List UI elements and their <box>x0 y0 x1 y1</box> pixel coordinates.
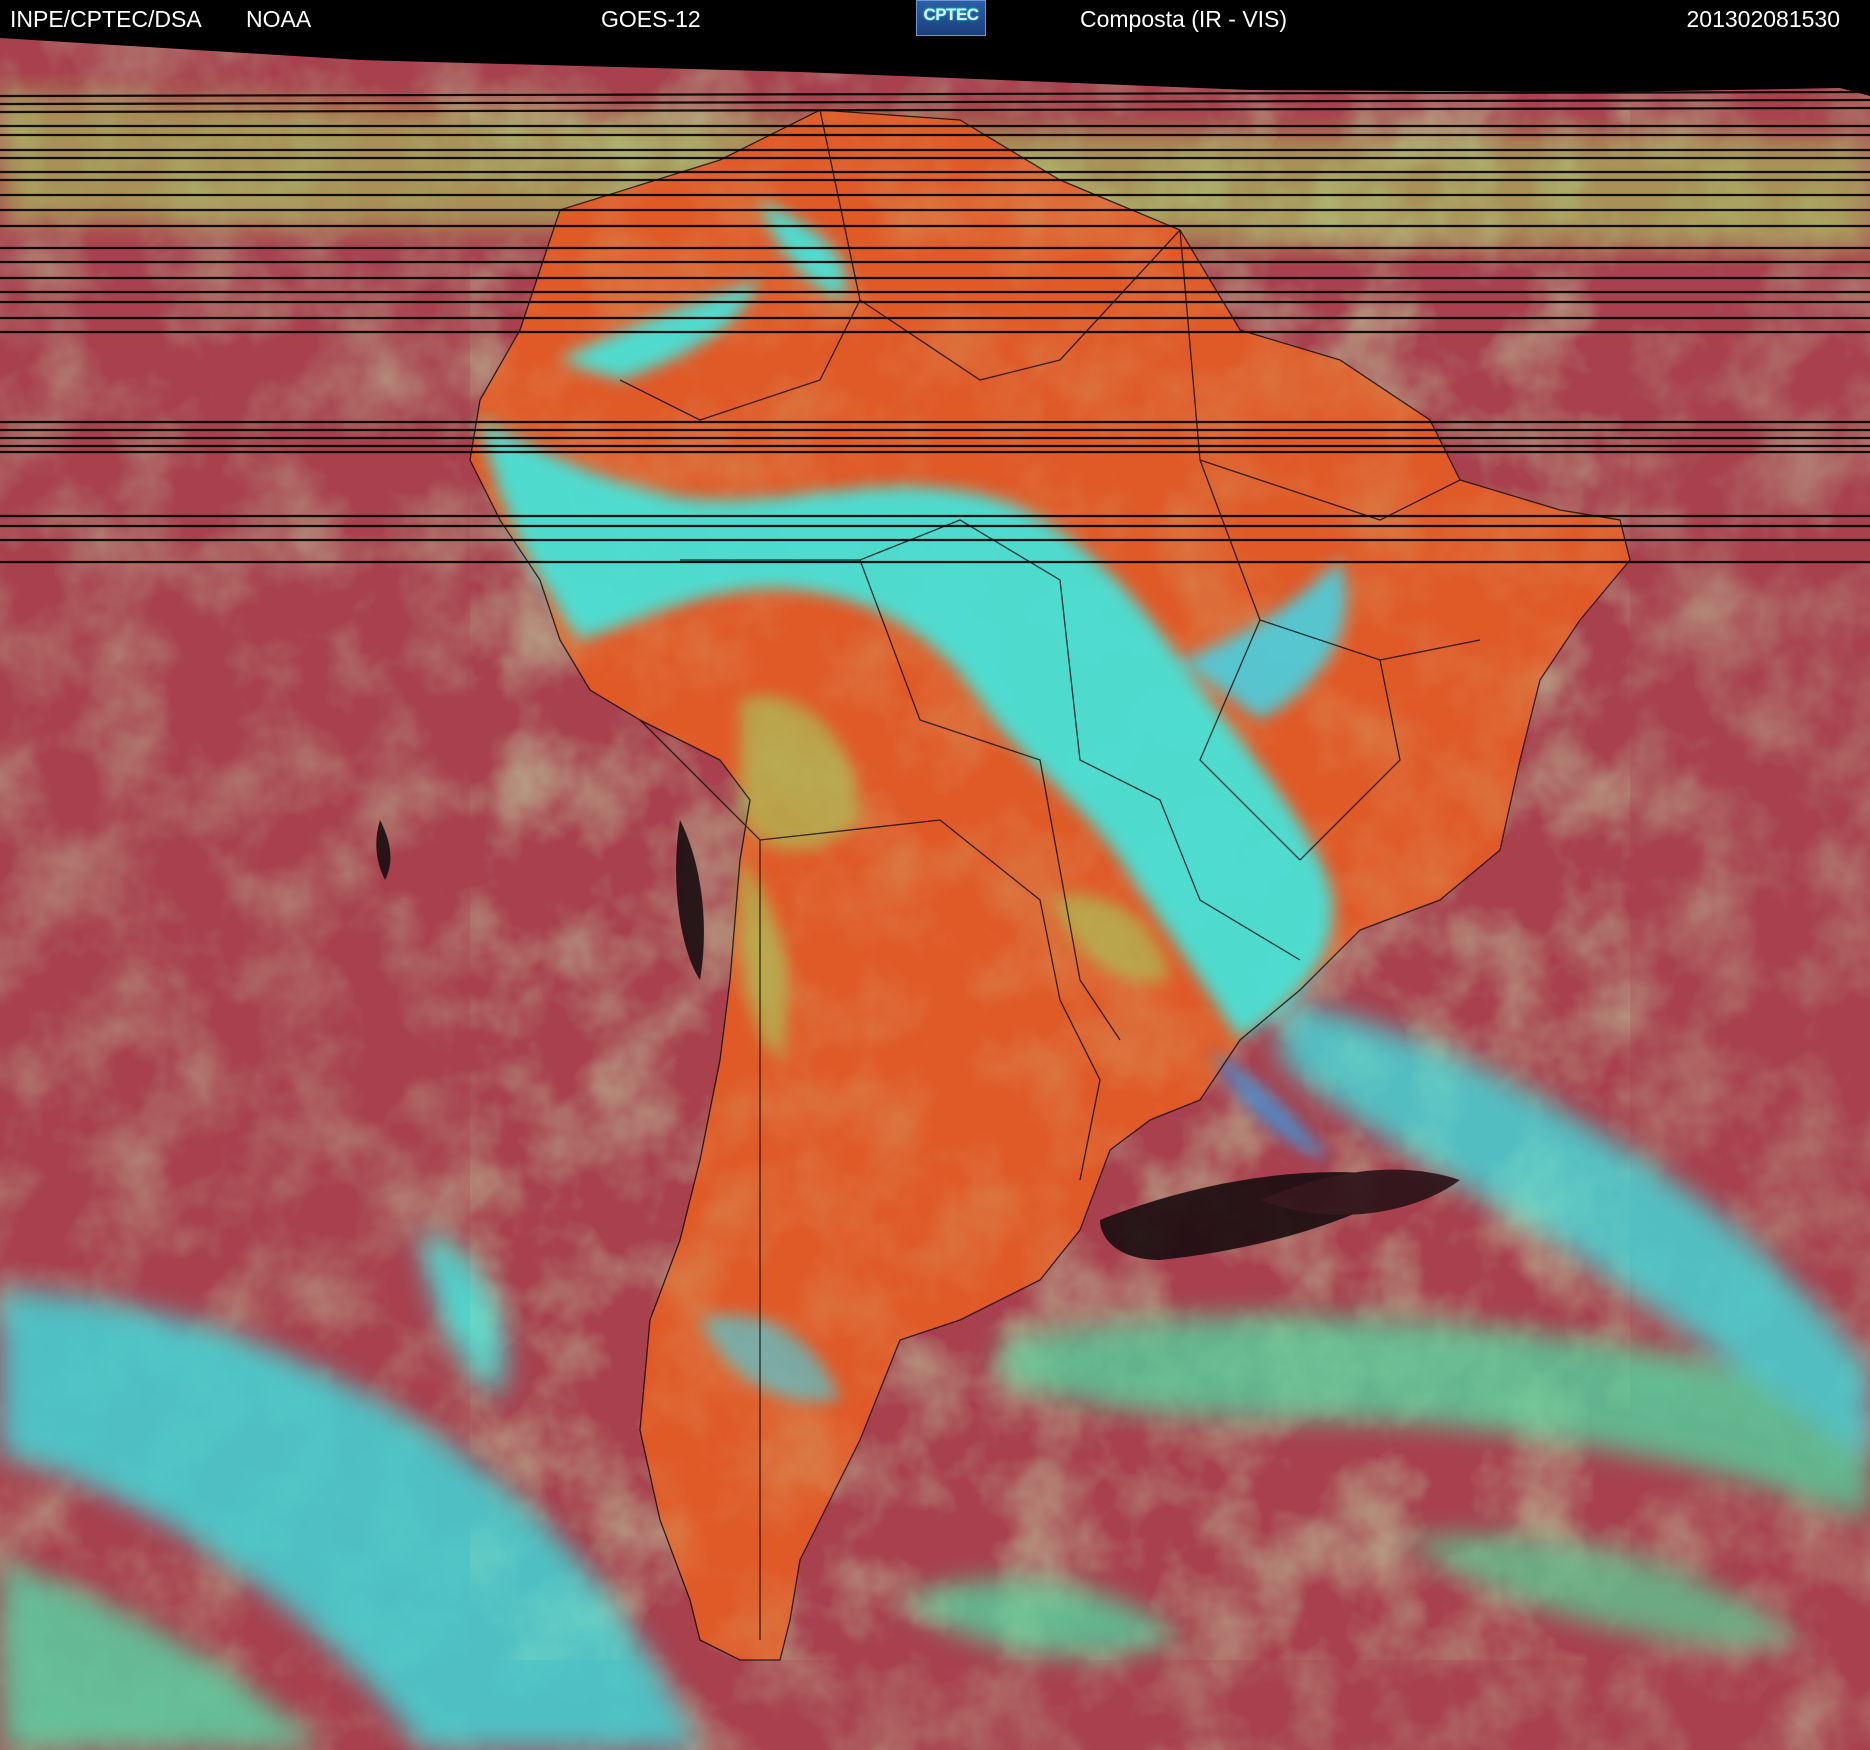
cptec-logo: CPTEC <box>916 0 986 36</box>
satellite-label: GOES-12 <box>601 6 701 32</box>
image-header-bar: INPE/CPTEC/DSA NOAA GOES-12 CPTEC Compos… <box>0 0 1870 38</box>
logo-text: CPTEC <box>923 5 979 24</box>
organization-label: INPE/CPTEC/DSA <box>10 6 202 32</box>
timestamp-label: 201302081530 <box>1686 6 1841 32</box>
satellite-image-viewer: INPE/CPTEC/DSA NOAA GOES-12 CPTEC Compos… <box>0 0 1870 1750</box>
product-label: Composta (IR - VIS) <box>1080 6 1288 32</box>
agency-label: NOAA <box>246 6 312 32</box>
satellite-composite-image <box>0 0 1870 1750</box>
